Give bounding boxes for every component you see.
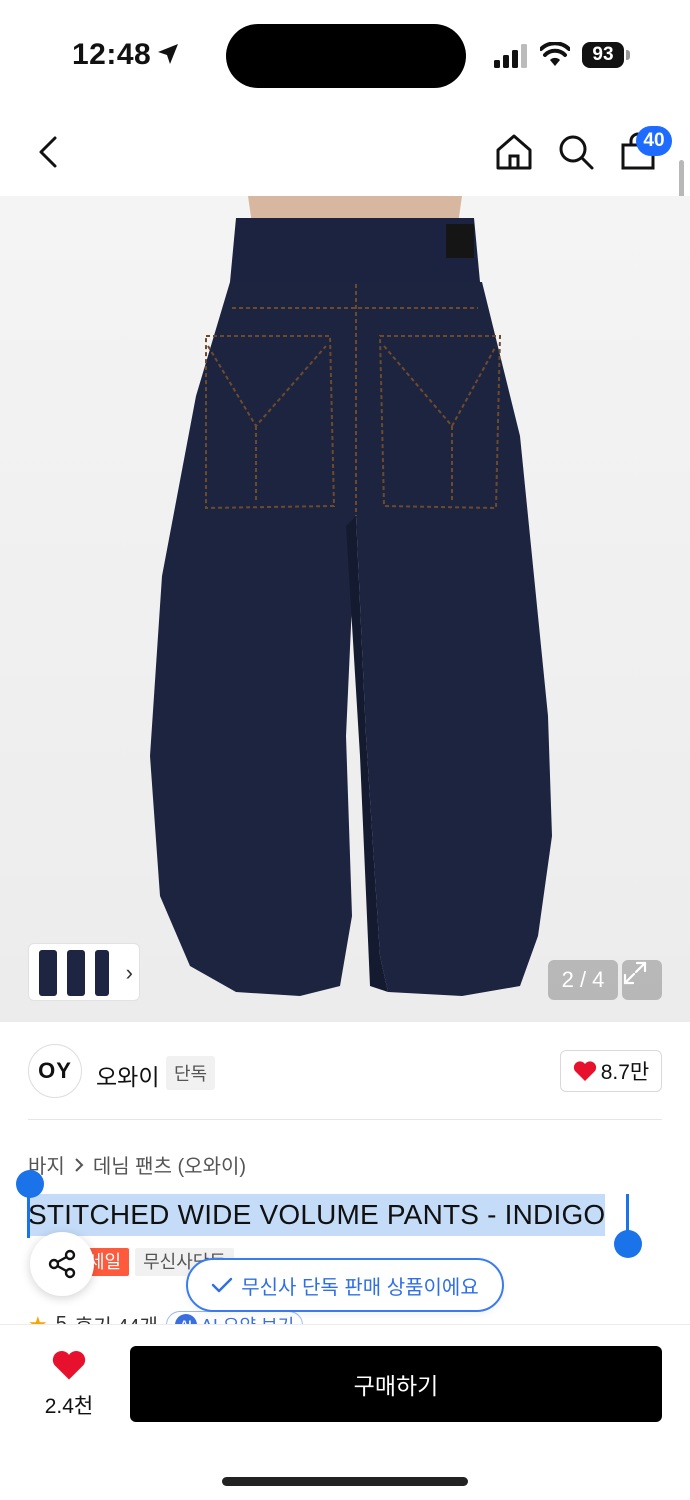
buy-button[interactable]: 구매하기: [130, 1346, 662, 1422]
product-title[interactable]: STITCHED WIDE VOLUME PANTS - INDIGO: [28, 1199, 605, 1230]
brand-like-count: 8.7만: [600, 1061, 650, 1084]
dynamic-island: [226, 24, 466, 88]
cart-count-badge: 40: [636, 126, 672, 156]
chevron-right-icon: [75, 1157, 84, 1172]
exclusive-toast: 무신사 단독 판매 상품이에요: [186, 1258, 504, 1312]
selection-start-handle[interactable]: [16, 1170, 44, 1198]
battery-level: 93: [582, 42, 624, 68]
home-icon: [496, 134, 532, 170]
toast-text: 무신사 단독 판매 상품이에요: [241, 1276, 479, 1299]
thumbnail-strip[interactable]: ›: [28, 943, 140, 1001]
selection-end-handle[interactable]: [614, 1230, 642, 1258]
top-nav: [0, 110, 690, 196]
title-selection-highlight: STITCHED WIDE VOLUME PANTS - INDIGO: [28, 1194, 606, 1236]
status-bar: 12:48 93: [0, 0, 690, 110]
image-counter: 2 / 4: [548, 960, 618, 1000]
chevron-left-icon: [39, 136, 57, 168]
thumbnail[interactable]: [39, 950, 57, 996]
status-time: 12:48: [72, 38, 152, 71]
breadcrumb-subcategory[interactable]: 데님 팬츠 (오와이): [93, 1150, 246, 1179]
breadcrumb: 바지 데님 팬츠 (오와이): [28, 1150, 246, 1179]
back-button[interactable]: [24, 128, 72, 176]
divider: [28, 1119, 662, 1120]
wishlist-count: 2.4천: [44, 1395, 94, 1418]
wishlist-button[interactable]: 2.4천: [28, 1349, 110, 1420]
search-icon: [559, 135, 594, 170]
wifi-icon: [540, 42, 570, 66]
chevron-right-icon: ›: [125, 960, 133, 985]
brand-logo[interactable]: OY: [28, 1044, 82, 1098]
thumbnail[interactable]: [67, 950, 85, 996]
home-button[interactable]: [490, 128, 538, 176]
brand-row: OY 오와이 단독 8.7만: [0, 1022, 690, 1122]
home-indicator[interactable]: [222, 1477, 468, 1486]
battery-indicator: 93: [582, 42, 630, 68]
heart-icon: [573, 1061, 596, 1081]
location-arrow-icon: [158, 44, 178, 64]
share-icon: [48, 1249, 76, 1279]
cellular-signal-icon: [494, 44, 527, 68]
expand-icon: [623, 961, 647, 985]
exclusive-tag: 단독: [166, 1056, 216, 1090]
brand-like-button[interactable]: 8.7만: [560, 1050, 662, 1092]
battery-cap: [626, 50, 630, 60]
thumbnail[interactable]: [95, 950, 109, 996]
share-button[interactable]: [30, 1232, 94, 1296]
bottom-action-bar: 2.4천 구매하기: [0, 1324, 690, 1500]
search-button[interactable]: [552, 128, 600, 176]
expand-image-button[interactable]: [622, 960, 662, 1000]
denim-pants-illustration: [150, 196, 552, 996]
product-image[interactable]: › 2 / 4: [0, 196, 690, 1022]
brand-name[interactable]: 오와이: [96, 1058, 159, 1092]
check-icon: [212, 1277, 233, 1293]
heart-icon: [52, 1351, 86, 1380]
